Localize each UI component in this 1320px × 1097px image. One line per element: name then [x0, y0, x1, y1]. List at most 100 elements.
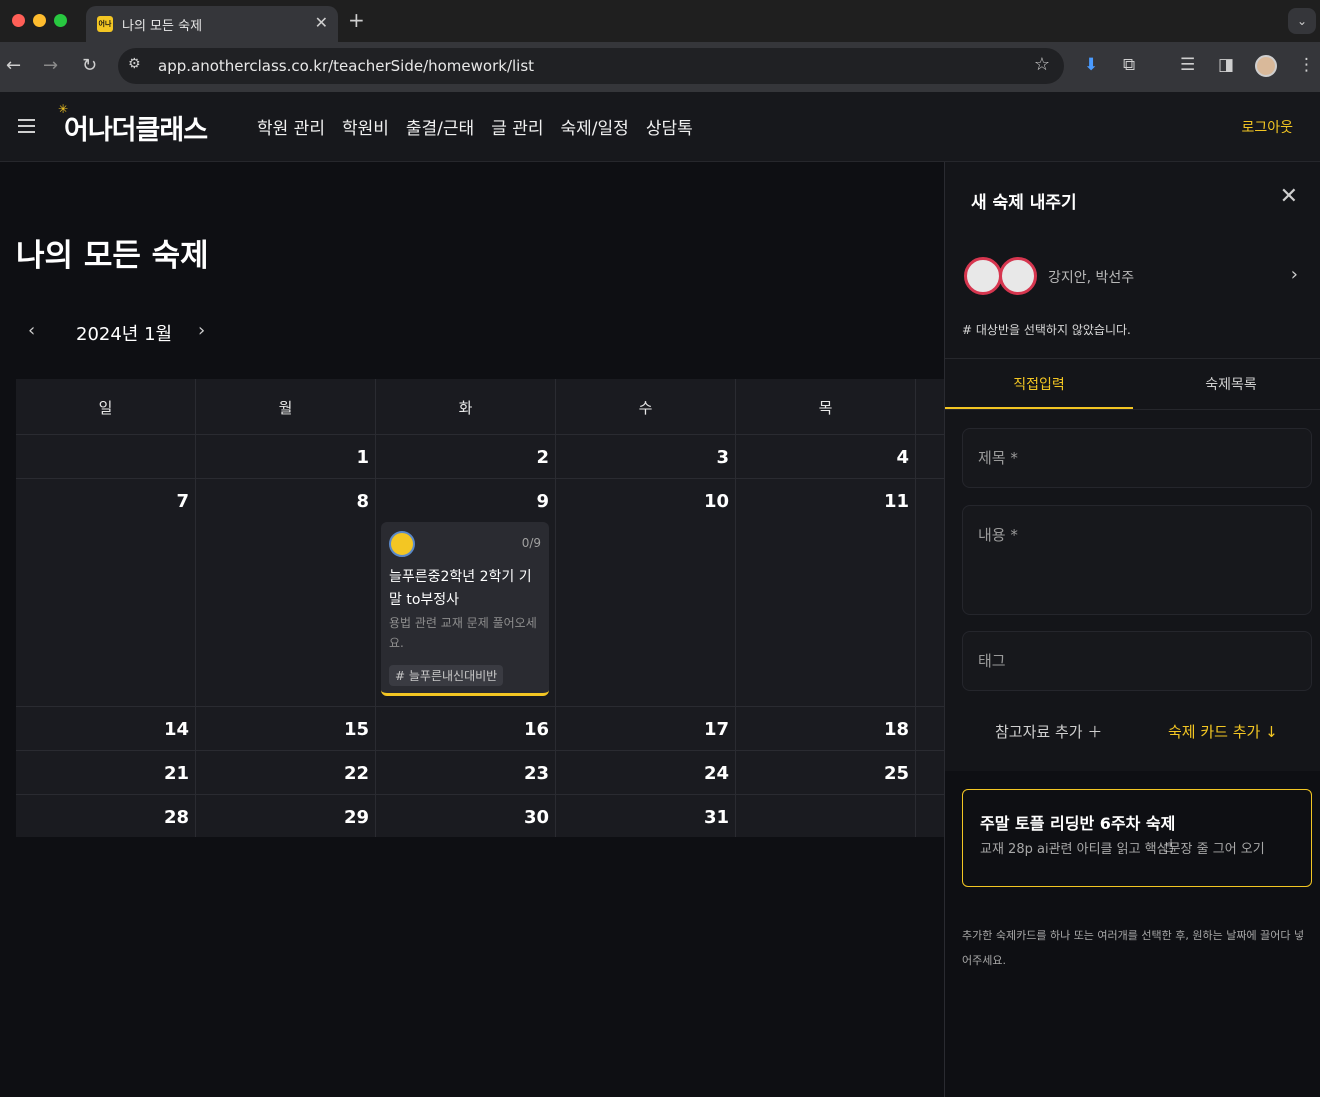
- homework-card[interactable]: 0/9 늘푸른중2학년 2학기 기말 to부정사 용법 관련 교재 문제 풀어오…: [381, 522, 549, 696]
- day-cell[interactable]: 2: [376, 435, 556, 478]
- logout-button[interactable]: 로그아웃: [1241, 117, 1293, 137]
- day-number: 22: [343, 763, 369, 784]
- site-settings-icon[interactable]: ⚙: [128, 56, 141, 72]
- weekday-label: 목: [818, 399, 833, 417]
- day-cell[interactable]: 21: [16, 751, 196, 794]
- day-cell[interactable]: 7: [16, 479, 196, 706]
- address-bar[interactable]: ⚙ app.anotherclass.co.kr/teacherSide/hom…: [118, 48, 1064, 84]
- day-cell[interactable]: 31: [556, 795, 736, 837]
- add-homework-card-button[interactable]: 숙제 카드 추가 ↓: [1168, 721, 1278, 742]
- day-cell[interactable]: 15: [196, 707, 376, 750]
- profile-avatar[interactable]: [1255, 55, 1277, 77]
- weekday-cell: 월: [196, 379, 376, 434]
- tab-direct-input[interactable]: 직접입력: [945, 374, 1133, 394]
- day-cell[interactable]: 17: [556, 707, 736, 750]
- bookmark-star-icon[interactable]: ☆: [1034, 54, 1050, 75]
- maximize-window-button[interactable]: [54, 14, 67, 27]
- day-cell[interactable]: 14: [16, 707, 196, 750]
- close-icon[interactable]: ✕: [1280, 184, 1298, 209]
- day-number: 3: [716, 447, 729, 468]
- hand-cursor-icon: ☝: [1163, 836, 1174, 857]
- day-cell[interactable]: 1: [196, 435, 376, 478]
- tab-homework-list[interactable]: 숙제목록: [1137, 374, 1320, 394]
- nav-homework[interactable]: 숙제/일정: [561, 114, 629, 139]
- day-cell[interactable]: [916, 435, 944, 478]
- day-cell[interactable]: 25: [736, 751, 916, 794]
- hamburger-menu-icon[interactable]: [18, 119, 35, 133]
- drag-help-text: 추가한 숙제카드를 하나 또는 여러개를 선택한 후, 원하는 날짜에 끌어다 …: [962, 929, 1305, 967]
- close-tab-icon[interactable]: ✕: [315, 13, 328, 32]
- draft-homework-card[interactable]: 주말 토플 리딩반 6주차 숙제 교재 28p ai관련 아티클 읽고 핵심문장…: [962, 789, 1312, 887]
- title-field[interactable]: 제목 *: [962, 428, 1312, 488]
- prev-month-icon[interactable]: ‹: [28, 320, 35, 341]
- day-cell[interactable]: [16, 435, 196, 478]
- weekday-cell: 수: [556, 379, 736, 434]
- day-cell[interactable]: [736, 795, 916, 837]
- day-number: 31: [703, 807, 729, 828]
- browser-tab[interactable]: 어나 나의 모든 숙제 ✕: [86, 6, 338, 42]
- back-icon[interactable]: ←: [6, 55, 21, 76]
- browser-toolbar: ← → ↻ ⚙ app.anotherclass.co.kr/teacherSi…: [0, 42, 1320, 92]
- nav-consult[interactable]: 상담톡: [646, 114, 693, 139]
- teacher-avatar: [389, 531, 415, 557]
- day-cell[interactable]: 28: [16, 795, 196, 837]
- weekday-label: 수: [638, 399, 653, 417]
- tab-search-icon[interactable]: ⌄: [1288, 8, 1316, 34]
- selected-students[interactable]: 강지안, 박선주: [1048, 267, 1134, 287]
- new-tab-icon[interactable]: +: [348, 8, 365, 32]
- day-number: 4: [896, 447, 909, 468]
- media-control-icon[interactable]: ☰: [1180, 55, 1195, 75]
- week-row: 14 15 16 17 18: [16, 707, 944, 751]
- day-cell[interactable]: 30: [376, 795, 556, 837]
- content-field[interactable]: 내용 *: [962, 505, 1312, 615]
- add-reference-button[interactable]: 참고자료 추가 ＋: [995, 721, 1102, 742]
- nav-posts[interactable]: 글 관리: [491, 114, 543, 139]
- day-cell[interactable]: 16: [376, 707, 556, 750]
- divider: [945, 409, 1320, 410]
- day-cell[interactable]: 4: [736, 435, 916, 478]
- day-cell[interactable]: 24: [556, 751, 736, 794]
- nav-attendance[interactable]: 출결/근태: [406, 114, 474, 139]
- day-cell[interactable]: 3: [556, 435, 736, 478]
- day-cell[interactable]: 23: [376, 751, 556, 794]
- day-cell[interactable]: 29: [196, 795, 376, 837]
- main-nav: 학원 관리 학원비 출결/근태 글 관리 숙제/일정 상담톡: [257, 114, 693, 139]
- side-panel-icon[interactable]: ◨: [1218, 55, 1234, 75]
- chevron-right-icon[interactable]: ›: [1291, 264, 1298, 285]
- extensions-icon[interactable]: ⧉: [1123, 55, 1135, 75]
- day-cell[interactable]: 18: [736, 707, 916, 750]
- day-cell[interactable]: [916, 479, 944, 706]
- reload-icon[interactable]: ↻: [82, 55, 97, 76]
- day-cell[interactable]: 11: [736, 479, 916, 706]
- tag-field[interactable]: 태그: [962, 631, 1312, 691]
- homework-title: 늘푸른중2학년 2학기 기말 to부정사: [389, 569, 532, 608]
- no-class-note: # 대상반을 선택하지 않았습니다.: [962, 323, 1131, 337]
- next-month-icon[interactable]: ›: [198, 320, 205, 341]
- day-number: 25: [883, 763, 909, 784]
- homework-tag[interactable]: # 늘푸른내신대비반: [389, 665, 504, 686]
- more-menu-icon[interactable]: ⋮: [1298, 55, 1315, 75]
- homework-card-tray: 주말 토플 리딩반 6주차 숙제 교재 28p ai관련 아티클 읽고 핵심문장…: [945, 771, 1320, 1097]
- minimize-window-button[interactable]: [33, 14, 46, 27]
- url-text[interactable]: app.anotherclass.co.kr/teacherSide/homew…: [158, 57, 534, 75]
- day-cell[interactable]: 8: [196, 479, 376, 706]
- download-icon[interactable]: ⬇: [1084, 55, 1098, 75]
- forward-icon[interactable]: →: [43, 55, 58, 76]
- day-cell[interactable]: 10: [556, 479, 736, 706]
- nav-tuition[interactable]: 학원비: [342, 114, 389, 139]
- tag-placeholder: 태그: [978, 652, 1006, 670]
- close-window-button[interactable]: [12, 14, 25, 27]
- day-number: 24: [703, 763, 729, 784]
- day-cell[interactable]: [916, 795, 944, 837]
- favicon-icon: 어나: [97, 16, 113, 32]
- student-avatar: [999, 257, 1037, 295]
- day-cell[interactable]: 22: [196, 751, 376, 794]
- day-number: 11: [883, 491, 909, 512]
- draft-card-title: 주말 토플 리딩반 6주차 숙제: [980, 814, 1176, 833]
- logo-spark-icon: ✳: [58, 102, 68, 116]
- nav-academy[interactable]: 학원 관리: [257, 114, 325, 139]
- weekday-cell: [916, 379, 944, 434]
- day-cell[interactable]: [916, 707, 944, 750]
- day-cell[interactable]: [916, 751, 944, 794]
- app-logo[interactable]: ✳ 어나더클래스: [58, 102, 208, 147]
